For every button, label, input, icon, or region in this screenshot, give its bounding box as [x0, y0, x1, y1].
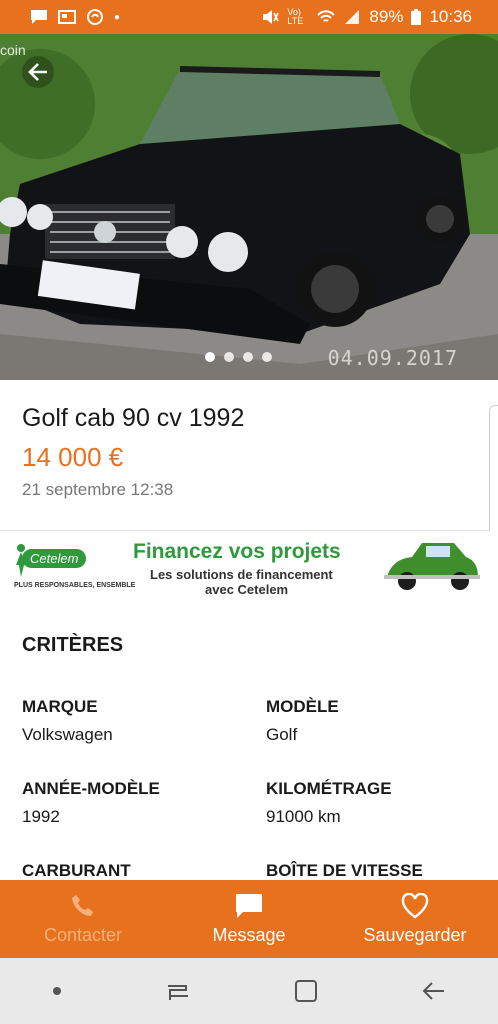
criterion-gearbox: BOÎTE DE VITESSE	[266, 861, 423, 881]
cetelem-tagline: PLUS RESPONSABLES, ENSEMBLE	[14, 582, 136, 589]
chat-bubble-icon	[236, 893, 262, 918]
arrow-left-icon	[28, 63, 47, 81]
criterion-label: MODÈLE	[266, 697, 339, 716]
cetelem-logo: Cetelem	[22, 549, 87, 568]
criterion-label: KILOMÉTRAGE	[266, 779, 392, 798]
contact-button[interactable]: Contacter	[0, 880, 166, 958]
system-nav-bar	[0, 958, 498, 1024]
pagination-dot[interactable]	[243, 352, 253, 362]
criterion-value: Golf	[266, 725, 298, 744]
photo-date-stamp: 04.09.2017	[327, 346, 458, 370]
ad-price: 14 000 €	[22, 442, 124, 472]
criterion-value: Volkswagen	[22, 725, 113, 744]
banner-title: Financez vos projets	[133, 540, 341, 563]
criterion-year: ANNÉE-MODÈLE 1992	[22, 779, 160, 827]
back-nav-icon[interactable]	[420, 978, 448, 1004]
save-label: Sauvegarder	[363, 924, 467, 945]
ad-summary: Golf cab 90 cv 1992 14 000 € 21 septembr…	[0, 380, 498, 531]
message-button[interactable]: Message	[166, 880, 332, 958]
criterion-mileage: KILOMÉTRAGE 91000 km	[266, 779, 392, 827]
contact-label: Contacter	[43, 924, 123, 945]
more-notifications-dot: ●	[114, 11, 121, 23]
save-button[interactable]: Sauvegarder	[332, 880, 498, 958]
criterion-label: MARQUE	[22, 697, 98, 716]
criterion-value: 91000 km	[266, 807, 341, 826]
criterion-model: MODÈLE Golf	[266, 697, 339, 745]
ad-banner[interactable]: Cetelem PLUS RESPONSABLES, ENSEMBLE Fina…	[0, 531, 498, 607]
recent-apps-icon[interactable]	[164, 978, 192, 1004]
action-bar: Contacter Message Sauvegarder	[0, 880, 498, 958]
battery-icon	[411, 9, 422, 25]
criterion-fuel: CARBURANT	[22, 861, 131, 881]
ad-date: 21 septembre 12:38	[22, 480, 174, 499]
car-photo	[0, 34, 498, 380]
scroll-handle[interactable]	[489, 405, 498, 537]
photo-gallery[interactable]: coin 04.09.2017	[0, 34, 498, 380]
criterion-label: BOÎTE DE VITESSE	[266, 861, 423, 880]
volte-indicator: Vo) LTE	[287, 7, 304, 26]
dot-indicator-icon[interactable]	[51, 985, 63, 997]
green-car-illustration	[384, 543, 480, 590]
ad-title: Golf cab 90 cv 1992	[22, 404, 245, 432]
message-label: Message	[212, 924, 286, 945]
criteria-heading: CRITÈRES	[22, 634, 124, 656]
wifi-icon	[317, 10, 336, 22]
pagination-dot[interactable]	[262, 352, 272, 362]
clock: 10:36	[429, 7, 472, 26]
criterion-label: CARBURANT	[22, 861, 131, 880]
status-bar: ● Vo) LTE 89% 10:36	[0, 0, 498, 34]
mute-icon	[263, 10, 280, 24]
criterion-brand: MARQUE Volkswagen	[22, 697, 113, 745]
news-notification-icon	[58, 10, 76, 24]
banner-subtitle-2: avec Cetelem	[205, 582, 289, 597]
pagination-dot[interactable]	[205, 352, 215, 362]
banner-subtitle: Les solutions de financement	[150, 567, 333, 582]
criterion-label: ANNÉE-MODÈLE	[22, 779, 160, 798]
criterion-value: 1992	[22, 807, 60, 826]
pagination-dot[interactable]	[224, 352, 234, 362]
battery-percent: 89%	[369, 7, 404, 26]
signal-icon	[345, 10, 360, 24]
phone-icon	[72, 894, 93, 916]
message-notification-icon	[31, 10, 47, 24]
back-button[interactable]	[22, 56, 54, 88]
home-icon[interactable]	[293, 978, 319, 1004]
photo-source-tag: coin	[0, 42, 26, 58]
photo-pagination	[205, 352, 272, 362]
shazam-notification-icon	[87, 9, 103, 25]
heart-icon	[401, 892, 429, 918]
